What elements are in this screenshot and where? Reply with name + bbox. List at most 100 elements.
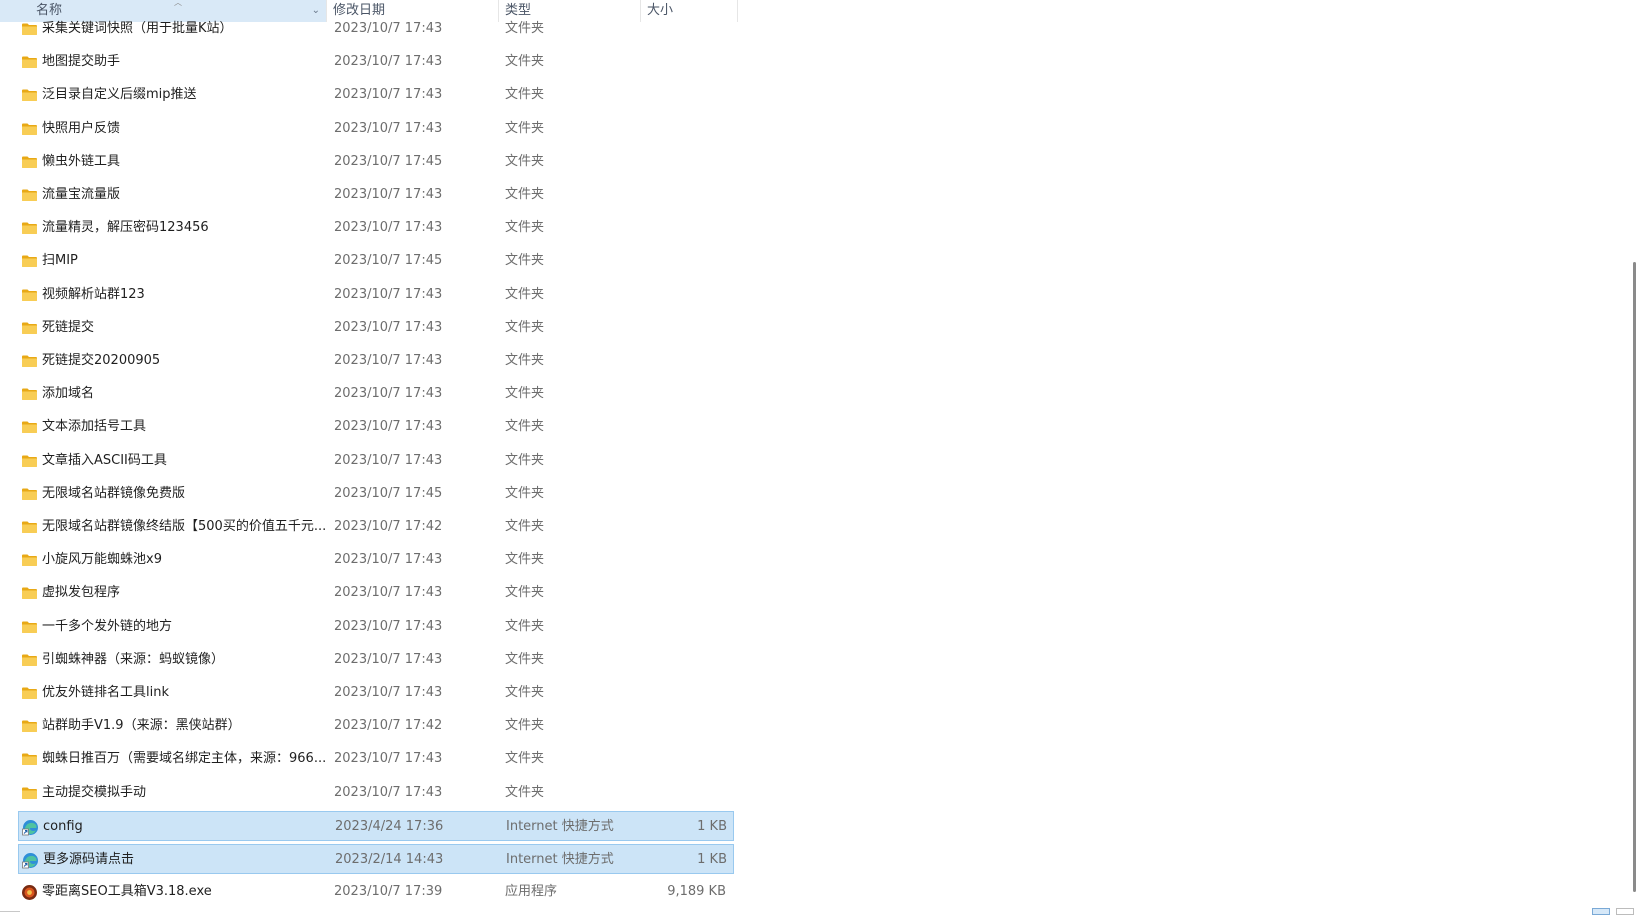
file-row[interactable]: 死链提交 2023/10/7 17:43 文件夹 [18,313,734,343]
file-size [648,147,726,177]
file-name: 懒虫外链工具 [42,153,121,169]
file-row[interactable]: 泛目录自定义后缀mip推送 2023/10/7 17:43 文件夹 [18,80,734,110]
folder-icon [21,552,38,568]
file-date: 2023/10/7 17:43 [334,120,443,136]
folder-icon [21,386,38,402]
file-type: 文件夹 [505,685,545,700]
file-date: 2023/10/7 17:43 [334,54,443,70]
file-name: 更多源码请点击 [43,852,135,867]
file-name: 快照用户反馈 [42,120,121,136]
file-size: 1 KB [697,852,727,867]
file-row[interactable]: config 2023/4/24 17:36 Internet 快捷方式 1 KB [18,810,734,841]
folder-icon [21,253,38,269]
file-type: 文件夹 [505,319,545,335]
file-size [648,280,726,310]
file-date: 2023/10/7 17:39 [334,884,443,900]
sort-ascending-icon: ︿ [174,0,182,7]
file-row[interactable]: 蜘蛛日推百万（需要域名绑定主体，来源：966... 2023/10/7 17:43… [18,744,734,774]
file-name: 死链提交20200905 [42,353,161,368]
file-date: 2023/10/7 17:43 [334,751,443,767]
scrollbar-thumb[interactable] [1633,262,1636,892]
file-date: 2023/10/7 17:45 [334,253,443,269]
file-row[interactable]: 虚拟发包程序 2023/10/7 17:43 文件夹 [18,578,734,608]
file-date: 2023/10/7 17:43 [334,319,443,335]
file-name: 添加域名 [42,386,95,402]
file-row[interactable]: 视频解析站群123 2023/10/7 17:43 文件夹 [18,280,734,310]
large-icons-view-button[interactable] [1616,908,1634,915]
file-date: 2023/4/24 17:36 [335,818,444,834]
file-row[interactable]: 文章插入ASCII码工具 2023/10/7 17:43 文件夹 [18,446,734,476]
file-row[interactable]: 死链提交20200905 2023/10/7 17:43 文件夹 [18,346,734,376]
file-row[interactable]: 引蜘蛛神器（来源：蚂蚁镜像） 2023/10/7 17:43 文件夹 [18,645,734,675]
file-name: 蜘蛛日推百万（需要域名绑定主体，来源：966... [42,751,327,767]
folder-icon [21,718,38,734]
file-type: 文件夹 [505,585,545,601]
file-date: 2023/10/7 17:43 [334,386,443,402]
file-row[interactable]: 无限域名站群镜像终结版【500买的价值五千元... 2023/10/7 17:42… [18,512,734,542]
vertical-scrollbar[interactable] [1625,0,1642,915]
folder-icon [21,751,38,767]
file-type: 文件夹 [505,120,545,136]
edge-shortcut-icon [22,819,39,836]
file-type: 文件夹 [505,153,545,169]
file-row[interactable]: 零距离SEO工具箱V3.18.exe 2023/10/7 17:39 应用程序 9,1… [18,877,734,907]
file-size [648,47,726,77]
file-row[interactable]: 流量宝流量版 2023/10/7 17:43 文件夹 [18,180,734,210]
edge-shortcut-icon [22,852,39,869]
file-type: 文件夹 [505,651,545,667]
file-size [648,180,726,210]
file-size [648,479,726,509]
file-type: 文件夹 [505,87,545,103]
file-row[interactable]: 懒虫外链工具 2023/10/7 17:45 文件夹 [18,147,734,177]
file-row[interactable]: 无限域名站群镜像免费版 2023/10/7 17:45 文件夹 [18,479,734,509]
file-name: 流量宝流量版 [42,187,121,202]
file-size [648,246,726,276]
file-size [648,446,726,476]
file-row[interactable]: 小旋风万能蜘蛛池x9 2023/10/7 17:43 文件夹 [18,545,734,575]
file-size [648,612,726,642]
folder-icon [21,619,38,635]
file-row[interactable]: 站群助手V1.9（来源：黑侠站群） 2023/10/7 17:42 文件夹 [18,711,734,741]
file-type: 文件夹 [505,286,545,302]
file-size [648,778,726,808]
file-row[interactable]: 更多源码请点击 2023/2/14 14:43 Internet 快捷方式 1 KB [18,844,734,874]
file-size [648,313,726,343]
file-explorer-window: ︿ 名称 ⌄ 修改日期 类型 大小 采集关键词快照（用于批量K站） 2023/10… [0,0,1642,915]
file-date: 2023/10/7 17:45 [334,485,443,501]
file-name: 主动提交模拟手动 [42,784,147,800]
file-row[interactable]: 文本添加括号工具 2023/10/7 17:43 文件夹 [18,412,734,442]
file-name: 泛目录自定义后缀mip推送 [42,87,197,103]
file-name: 无限域名站群镜像免费版 [42,485,186,501]
file-row[interactable]: 快照用户反馈 2023/10/7 17:43 文件夹 [18,114,734,144]
file-date: 2023/10/7 17:43 [334,651,443,667]
file-row[interactable]: 优友外链排名工具link 2023/10/7 17:43 文件夹 [18,678,734,708]
file-type: 文件夹 [505,519,545,534]
file-date: 2023/2/14 14:43 [335,852,444,867]
file-type: 文件夹 [505,21,545,36]
file-row[interactable]: 一千多个发外链的地方 2023/10/7 17:43 文件夹 [18,612,734,642]
file-row[interactable]: 扫MIP 2023/10/7 17:45 文件夹 [18,246,734,276]
file-name: 流量精灵，解压密码123456 [42,220,209,236]
file-date: 2023/10/7 17:43 [334,585,443,601]
app-exe-icon [21,884,38,901]
file-size: 1 KB [697,818,727,834]
file-type: 文件夹 [505,784,545,800]
file-type: 文件夹 [505,751,545,767]
file-size [648,744,726,774]
file-date: 2023/10/7 17:43 [334,685,443,700]
file-row[interactable]: 采集关键词快照（用于批量K站） 2023/10/7 17:43 文件夹 [18,14,734,44]
file-date: 2023/10/7 17:43 [334,552,443,568]
file-size [648,80,726,110]
file-type: 文件夹 [505,718,545,734]
file-size [648,379,726,409]
file-type: 文件夹 [505,187,545,202]
file-row[interactable]: 流量精灵，解压密码123456 2023/10/7 17:43 文件夹 [18,213,734,243]
file-date: 2023/10/7 17:43 [334,220,443,236]
file-size [648,645,726,675]
file-row[interactable]: 地图提交助手 2023/10/7 17:43 文件夹 [18,47,734,77]
file-date: 2023/10/7 17:42 [334,718,443,734]
details-view-button[interactable] [1592,908,1610,915]
file-row[interactable]: 添加域名 2023/10/7 17:43 文件夹 [18,379,734,409]
file-row[interactable]: 主动提交模拟手动 2023/10/7 17:43 文件夹 [18,778,734,808]
status-bar-edge [0,911,20,915]
